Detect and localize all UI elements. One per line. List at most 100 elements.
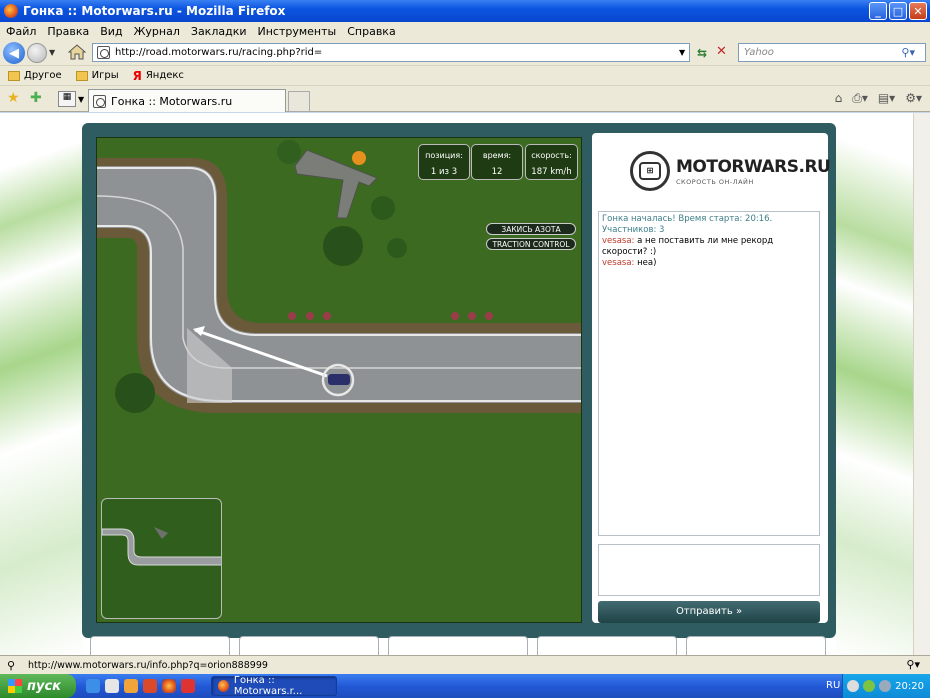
menu-history[interactable]: Журнал [134,25,180,38]
tab-bar: ★ ✚ ▦ ▼ Гонка :: Motorwars.ru ⌂ ⎙▾ ▤▾ ⚙▾ [0,86,930,112]
menu-edit[interactable]: Правка [47,25,89,38]
bookmark-games[interactable]: Игры [75,70,119,81]
folder-icon [8,70,20,81]
home-icon[interactable]: ⌂ [835,91,843,106]
zoom-icon[interactable]: ⚲▾ [906,658,920,671]
chat-nick[interactable]: vesasa: [602,258,634,268]
bookmark-yandex[interactable]: Я Яндекс [133,69,184,83]
chat-system-message: Гонка началась! Время старта: 20:16. Уча… [602,214,773,235]
thumbnail-2[interactable] [239,636,379,655]
tab-active[interactable]: Гонка :: Motorwars.ru [88,89,286,112]
desktop-icon[interactable] [105,679,119,693]
folder-icon[interactable] [124,679,138,693]
menu-help[interactable]: Справка [347,25,395,38]
tray-icon[interactable] [863,680,876,692]
back-button[interactable]: ◀ [3,42,25,64]
status-text: http://www.motorwars.ru/info.php?q=orion… [28,659,268,671]
nitro-button[interactable]: ЗАКИСЬ АЗОТА [486,223,576,235]
gear-icon[interactable]: ⚙▾ [905,91,922,106]
hud-speed: скорость: 187 km/h [525,144,578,180]
minimap [101,498,222,619]
motorwars-logo: ⊞ MOTORWARS.RU СКОРОСТЬ ОН-ЛАЙН [630,151,831,191]
addon-icon[interactable]: ✚ [30,90,42,106]
bookmark-star-icon[interactable]: ★ [7,90,20,106]
bookmarks-toolbar: Другое Игры Я Яндекс [0,66,930,86]
hud-time: время: 12 [471,144,523,180]
opera-icon[interactable] [181,679,195,693]
logo-name: MOTORWARS.RU [676,156,831,177]
hud-speed-label: скорость: [531,151,572,160]
chat-log[interactable]: Гонка началась! Время старта: 20:16. Уча… [598,211,820,536]
thumbnail-3[interactable] [388,636,528,655]
home-icon[interactable] [68,44,86,60]
url-bar[interactable]: http://road.motorwars.ru/racing.php?rid= [92,43,690,62]
firefox-icon [218,680,229,692]
menu-view[interactable]: Вид [100,25,122,38]
send-button[interactable]: Отправить » [598,601,820,623]
new-tab-button[interactable] [288,91,310,112]
chat-message: vesasa: а не поставить ли мне рекорд ско… [602,236,816,258]
window-title: Гонка :: Motorwars.ru - Mozilla Firefox [23,4,286,18]
window-titlebar[interactable]: Гонка :: Motorwars.ru - Mozilla Firefox … [0,0,930,22]
chat-input[interactable] [598,544,820,596]
tab-tools: ⌂ ⎙▾ ▤▾ ⚙▾ [835,91,922,106]
traction-control-button[interactable]: TRACTION CONTROL [486,238,576,250]
bookmark-other[interactable]: Другое [8,70,62,81]
background-decoration-left [0,113,82,655]
close-button[interactable]: ✕ [909,2,927,20]
thumbnail-5[interactable] [686,636,826,655]
hud-speed-value: 187 km/h [531,167,572,177]
firefox-icon [4,4,18,18]
clock: 20:20 [895,680,924,692]
hud-position: позиция: 1 из 3 [418,144,470,180]
history-dropdown-icon[interactable]: ▼ [49,48,55,57]
tray-icon[interactable] [847,680,860,692]
hud-time-label: время: [482,151,512,160]
windows-flag-icon [8,679,22,693]
search-input[interactable]: Yahoo ⚲▾ [738,43,926,62]
bookmark-label: Игры [91,70,119,81]
taskbar-item-firefox[interactable]: Гонка :: Motorwars.r... [211,675,337,697]
tab-list-dropdown-icon[interactable]: ▼ [78,95,84,104]
hud-time-value: 12 [491,167,503,177]
site-icon [97,46,110,59]
tab-grid-icon[interactable]: ▦ [58,91,76,107]
app-icon[interactable] [143,679,157,693]
start-button[interactable]: пуск [0,674,76,698]
print-icon[interactable]: ⎙▾ [852,91,868,106]
search-placeholder: Yahoo [744,47,774,58]
minimize-button[interactable]: _ [869,2,887,20]
tray-icon[interactable] [879,680,892,692]
firefox-icon[interactable] [162,679,176,693]
chat-text: неа) [637,258,657,268]
search-icon[interactable]: ⚲▾ [901,46,915,59]
maximize-button[interactable]: □ [889,2,907,20]
window-controls: _ □ ✕ [869,2,927,20]
taskbar-item-label: Гонка :: Motorwars.r... [233,675,303,697]
url-dropdown-icon[interactable]: ▼ [679,48,685,57]
stop-icon[interactable]: ✕ [716,44,727,59]
race-canvas[interactable]: позиция: 1 из 3 время: 12 скорость: 187 … [96,137,582,623]
refresh-icon[interactable]: ⇆ [697,46,707,60]
page-scrollbar[interactable] [913,113,930,655]
hud-position-label: позиция: [425,151,463,160]
yandex-icon: Я [132,68,142,83]
language-indicator[interactable]: RU [826,680,840,691]
logo-slogan: СКОРОСТЬ ОН-ЛАЙН [676,177,754,186]
thumbnail-1[interactable] [90,636,230,655]
site-icon [93,94,106,108]
ie-icon[interactable] [86,679,100,693]
thumbnail-4[interactable] [537,636,677,655]
status-bar: ⚲ http://www.motorwars.ru/info.php?q=ori… [0,655,930,674]
menu-bookmarks[interactable]: Закладки [191,25,247,38]
forward-button[interactable] [27,43,47,63]
page-icon[interactable]: ▤▾ [878,91,895,106]
minimap-track [102,527,221,566]
menu-file[interactable]: Файл [6,25,36,38]
thumbnail-strip [90,636,830,655]
logo-emblem-icon: ⊞ [630,151,670,191]
chat-nick[interactable]: vesasa: [602,236,634,246]
hud-position-value: 1 из 3 [430,167,458,177]
bookmark-label: Другое [24,70,62,81]
menu-tools[interactable]: Инструменты [258,25,337,38]
